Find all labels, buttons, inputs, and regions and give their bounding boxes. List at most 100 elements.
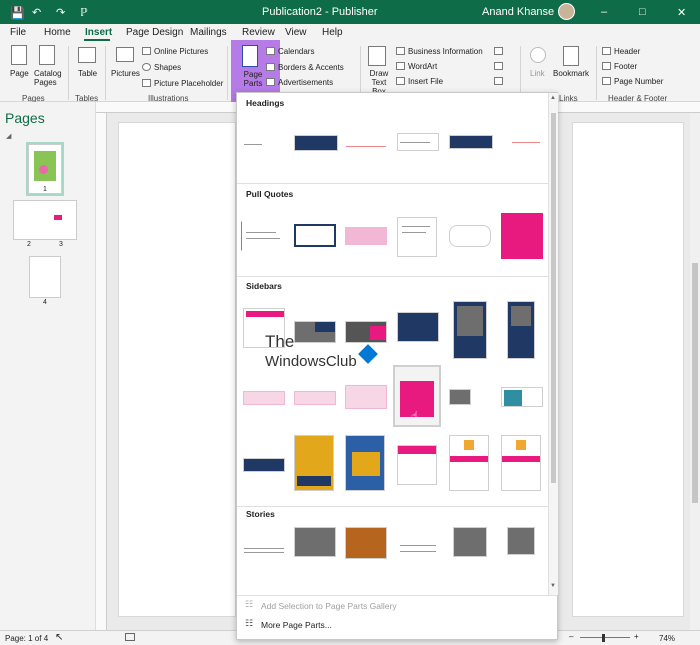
page-thumbnail-4[interactable]: [29, 256, 61, 298]
scroll-down-icon[interactable]: ▼: [550, 583, 556, 589]
heading-thumb-5[interactable]: [449, 135, 493, 149]
page-button[interactable]: Page: [10, 69, 29, 78]
maximize-icon[interactable]: □: [639, 6, 646, 18]
scroll-up-icon[interactable]: ▲: [550, 95, 556, 101]
user-name[interactable]: Anand Khanse: [482, 6, 554, 18]
link-icon[interactable]: [530, 47, 546, 63]
date-time-icon[interactable]: [494, 62, 503, 70]
page-icon[interactable]: [11, 45, 27, 65]
story-thumb-4[interactable]: [397, 538, 439, 560]
page-parts-icon[interactable]: [242, 45, 258, 67]
sidebar-thumb-4[interactable]: [397, 312, 439, 342]
sidebar-thumb-12[interactable]: [501, 387, 543, 407]
page-left[interactable]: [118, 122, 236, 617]
sidebar-thumb-18[interactable]: [501, 435, 541, 491]
pictures-button[interactable]: Pictures: [111, 69, 140, 78]
zoom-slider-thumb[interactable]: [602, 634, 605, 642]
tab-insert[interactable]: Insert: [85, 27, 112, 38]
catalog-pages-icon[interactable]: [39, 45, 55, 65]
page-number-button[interactable]: Page Number: [614, 77, 663, 86]
zoom-level[interactable]: 74%: [659, 634, 675, 643]
minimize-icon[interactable]: –: [601, 6, 607, 18]
zoom-in-icon[interactable]: +: [634, 632, 639, 641]
story-thumb-1[interactable]: [243, 539, 285, 561]
tab-review[interactable]: Review: [242, 27, 275, 38]
page-status[interactable]: Page: 1 of 4: [5, 634, 48, 643]
format-painter-icon[interactable]: ℙ: [80, 6, 88, 19]
heading-thumb-3[interactable]: [345, 133, 387, 153]
bookmark-icon[interactable]: [563, 46, 579, 66]
sidebar-thumb-3[interactable]: [345, 321, 387, 343]
heading-thumb-2[interactable]: [294, 135, 338, 151]
avatar[interactable]: [558, 3, 575, 20]
borders-accents-button[interactable]: Borders & Accents: [278, 63, 344, 72]
undo-icon[interactable]: ↶: [32, 6, 41, 19]
zoom-slider[interactable]: [580, 637, 630, 638]
sidebar-thumb-9[interactable]: [345, 385, 387, 409]
pull-quote-thumb-4[interactable]: [397, 217, 437, 257]
pull-quote-thumb-1[interactable]: [241, 221, 285, 251]
footer-button[interactable]: Footer: [614, 62, 637, 71]
page-right[interactable]: [572, 122, 684, 617]
add-selection-to-gallery[interactable]: Add Selection to Page Parts Gallery: [261, 601, 397, 611]
pull-quote-thumb-2[interactable]: [294, 224, 336, 247]
object-icon[interactable]: [494, 77, 503, 85]
heading-thumb-4[interactable]: [397, 133, 439, 151]
sidebar-thumb-14[interactable]: [294, 435, 334, 491]
link-button[interactable]: Link: [530, 69, 545, 78]
more-page-parts[interactable]: More Page Parts...: [261, 620, 332, 630]
business-information-button[interactable]: Business Information: [408, 47, 483, 56]
bookmark-button[interactable]: Bookmark: [553, 69, 589, 78]
story-thumb-2[interactable]: [294, 527, 336, 557]
heading-thumb-1[interactable]: [243, 133, 285, 153]
sidebar-thumb-13[interactable]: [243, 458, 285, 472]
sidebar-thumb-11[interactable]: [449, 389, 471, 405]
gallery-scrollbar[interactable]: ▲ ▼: [548, 93, 558, 595]
sidebar-thumb-17[interactable]: [449, 435, 489, 491]
page-parts-button[interactable]: Page Parts: [239, 70, 267, 88]
insert-file-icon[interactable]: [396, 77, 405, 85]
collapse-icon[interactable]: ◢: [6, 132, 11, 140]
sidebar-thumb-5[interactable]: [453, 301, 487, 359]
online-pictures-icon[interactable]: [142, 47, 151, 55]
pictures-icon[interactable]: [116, 47, 134, 62]
advertisements-icon[interactable]: [266, 78, 275, 86]
sidebar-thumb-16[interactable]: [397, 445, 437, 485]
pull-quote-thumb-3[interactable]: [345, 227, 387, 245]
save-icon[interactable]: 💾: [10, 6, 25, 20]
advertisements-button[interactable]: Advertisements: [278, 78, 333, 87]
tab-help[interactable]: Help: [322, 27, 343, 38]
calendars-icon[interactable]: [266, 47, 275, 55]
business-information-icon[interactable]: [396, 47, 405, 55]
table-icon[interactable]: [78, 47, 96, 63]
story-thumb-3[interactable]: [345, 527, 387, 559]
footer-icon[interactable]: [602, 62, 611, 70]
table-button[interactable]: Table: [78, 69, 97, 78]
gallery-scroll-thumb[interactable]: [551, 113, 556, 483]
tab-file[interactable]: File: [10, 27, 26, 38]
tab-page-design[interactable]: Page Design: [126, 27, 183, 38]
pull-quote-thumb-5[interactable]: [449, 225, 491, 247]
wordart-button[interactable]: WordArt: [408, 62, 437, 71]
heading-thumb-6[interactable]: [501, 133, 543, 153]
scrollbar-thumb[interactable]: [692, 263, 698, 503]
symbol-icon[interactable]: [494, 47, 503, 55]
picture-placeholder-icon[interactable]: [142, 79, 151, 87]
tab-home[interactable]: Home: [44, 27, 71, 38]
text-box-icon[interactable]: [368, 46, 386, 66]
calendars-button[interactable]: Calendars: [278, 47, 314, 56]
borders-accents-icon[interactable]: [266, 63, 275, 71]
sidebar-thumb-2[interactable]: [294, 321, 336, 343]
sidebar-thumb-6[interactable]: [507, 301, 535, 359]
story-thumb-5[interactable]: [453, 527, 487, 557]
vertical-scrollbar[interactable]: [690, 113, 700, 630]
catalog-pages-button[interactable]: Catalog Pages: [34, 69, 62, 87]
header-button[interactable]: Header: [614, 47, 640, 56]
close-icon[interactable]: ✕: [677, 6, 686, 19]
online-pictures-button[interactable]: Online Pictures: [154, 47, 208, 56]
zoom-out-icon[interactable]: –: [569, 632, 573, 641]
shapes-button[interactable]: Shapes: [154, 63, 181, 72]
page-thumbnail-2-3[interactable]: [13, 200, 77, 240]
shapes-icon[interactable]: [142, 63, 151, 71]
wordart-icon[interactable]: [396, 62, 405, 70]
